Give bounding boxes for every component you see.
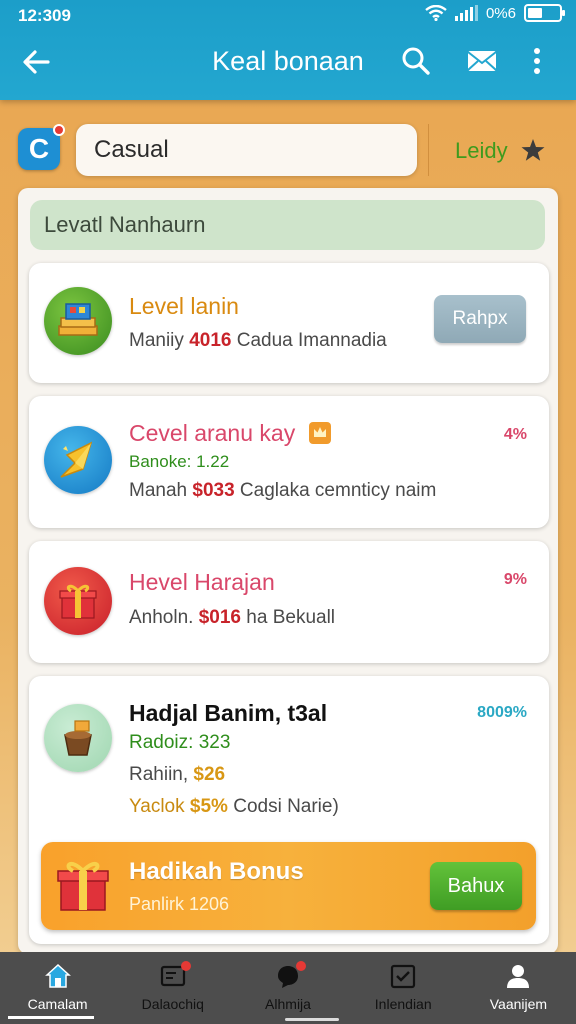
nav-label: Alhmija bbox=[265, 996, 311, 1012]
active-indicator bbox=[8, 1016, 94, 1019]
nav-item-chat[interactable]: Alhmija bbox=[230, 952, 345, 1024]
more-vertical-icon bbox=[534, 48, 540, 74]
profile-icon bbox=[507, 965, 530, 988]
nav-label: Vaanijem bbox=[489, 996, 548, 1012]
card-subtitle: Banoke: 1.22 bbox=[129, 452, 230, 471]
nav-item-profile[interactable]: Vaanijem bbox=[461, 952, 576, 1024]
gift-box-icon bbox=[57, 861, 109, 911]
search-icon bbox=[402, 47, 430, 75]
card-title: Cevel aranu kay bbox=[129, 420, 332, 447]
card-detail: Rahiin, $26 bbox=[129, 764, 226, 785]
battery-text: 0%6 bbox=[485, 4, 516, 22]
card-title: Hevel Harajan bbox=[129, 569, 275, 595]
home-icon bbox=[44, 963, 71, 988]
card-title: Level lanin bbox=[129, 293, 239, 319]
percent-label: 4% bbox=[503, 426, 527, 443]
percent-label: 8009% bbox=[477, 704, 527, 721]
search-input[interactable]: Casual bbox=[76, 124, 417, 176]
nav-label: Camalam bbox=[27, 996, 88, 1012]
percent-label: 9% bbox=[503, 571, 527, 588]
app-logo[interactable]: C bbox=[18, 124, 65, 170]
bonus-title: Hadikah Bonus bbox=[129, 858, 304, 885]
list-item[interactable]: Level lanin Maniiy 4016 Cadua Imannadia … bbox=[29, 263, 549, 383]
search-button[interactable] bbox=[399, 44, 433, 78]
card-detail-2: Yaclok $5% Codsi Narie) bbox=[129, 796, 339, 817]
bonus-subtitle: Panlirk 1206 bbox=[129, 894, 230, 914]
nav-item-home[interactable]: Camalam bbox=[0, 952, 115, 1024]
list-item[interactable]: Hevel Harajan 9% Anholn. $016 ha Bekuall bbox=[29, 541, 549, 663]
status-icons: 0%6 bbox=[425, 4, 565, 22]
card-subtitle: Radoiz: 323 bbox=[129, 732, 231, 753]
signal-icon bbox=[454, 5, 478, 21]
card-detail: Anholn. $016 ha Bekuall bbox=[129, 607, 336, 628]
books-icon bbox=[44, 287, 112, 355]
gift-icon bbox=[44, 567, 112, 635]
logo-c-icon: C bbox=[28, 133, 50, 164]
nav-item-tasks[interactable]: Inlendian bbox=[346, 952, 461, 1024]
shooting-star-icon bbox=[44, 426, 112, 494]
notification-dot bbox=[296, 961, 307, 971]
mail-button[interactable] bbox=[465, 44, 499, 78]
battery-icon bbox=[524, 4, 565, 22]
checklist-icon bbox=[391, 964, 416, 989]
nav-item-messages[interactable]: Dalaochiq bbox=[115, 952, 340, 1024]
filter-area[interactable]: Leidy bbox=[428, 124, 558, 176]
nav-label: Dalaochiq bbox=[141, 996, 204, 1012]
list-item[interactable]: Cevel aranu kay 4% Banoke: 1.22 Manah $0… bbox=[29, 396, 549, 528]
app-bar: 12:309 0%6 Keal bonaan bbox=[0, 0, 576, 100]
wifi-icon bbox=[425, 4, 447, 22]
card-title: Hadjal Banim, t3al bbox=[129, 700, 328, 726]
section-title: Levatl Nanhaurn bbox=[30, 200, 545, 250]
bonus-claim-button[interactable]: Bahux bbox=[430, 862, 522, 910]
cup-icon bbox=[44, 704, 112, 772]
star-icon[interactable] bbox=[519, 136, 547, 164]
mail-icon bbox=[467, 51, 497, 71]
card-detail: Maniiy 4016 Cadua Imannadia bbox=[129, 330, 387, 351]
card-detail: Manah $033 Caglaka cemnticy naim bbox=[129, 480, 437, 501]
claim-button[interactable]: Rahpx bbox=[434, 295, 526, 343]
crown-badge-icon bbox=[308, 422, 331, 444]
more-options-button[interactable] bbox=[527, 44, 547, 78]
notification-dot bbox=[53, 124, 65, 136]
bonus-banner[interactable]: Hadikah Bonus Panlirk 1206 Bahux bbox=[41, 842, 536, 930]
filter-label: Leidy bbox=[455, 138, 508, 163]
bottom-navigation: Camalam Dalaochiq Alhmija Inlendian Vaan… bbox=[0, 952, 576, 1024]
notification-dot bbox=[181, 961, 192, 971]
status-time: 12:309 bbox=[18, 6, 71, 25]
nav-label: Inlendian bbox=[374, 996, 432, 1012]
main-panel: Levatl Nanhaurn Level lanin Maniiy 4016 … bbox=[18, 188, 558, 954]
